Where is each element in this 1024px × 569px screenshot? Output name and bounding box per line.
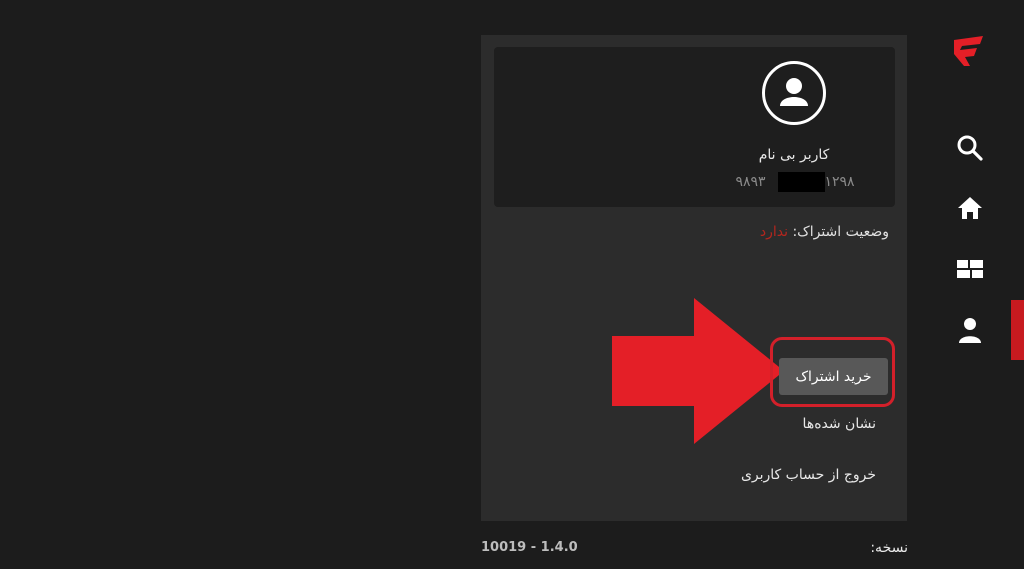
- search-icon[interactable]: [950, 128, 990, 168]
- user-avatar-icon: [762, 61, 826, 125]
- subscription-value: ندارد: [759, 224, 789, 240]
- user-icon[interactable]: [950, 310, 990, 350]
- version-label: نسخه:: [870, 540, 908, 556]
- subscription-status: وضعیت اشتراک: ندارد: [600, 224, 889, 240]
- subscription-label: وضعیت اشتراک:: [792, 224, 889, 240]
- active-indicator: [1011, 300, 1024, 360]
- home-icon[interactable]: [950, 188, 990, 228]
- logout-link[interactable]: خروج از حساب کاربری: [700, 467, 876, 483]
- bookmarks-link[interactable]: نشان شده‌ها: [700, 416, 876, 432]
- phone-suffix: ۱۲۹۸: [824, 174, 855, 190]
- filimo-logo-icon: [950, 30, 990, 70]
- app-screen: کاربر بی نام ۹۸۹۳ ۱۲۹۸ وضعیت اشتراک: ندا…: [0, 0, 1024, 569]
- categories-icon[interactable]: [950, 249, 990, 289]
- version-value: 10019 - 1.4.0: [481, 540, 578, 555]
- phone-redaction: [778, 172, 825, 192]
- phone-prefix: ۹۸۹۳: [735, 174, 766, 190]
- user-name: کاربر بی نام: [758, 147, 830, 163]
- buy-subscription-button[interactable]: خرید اشتراک: [779, 358, 888, 395]
